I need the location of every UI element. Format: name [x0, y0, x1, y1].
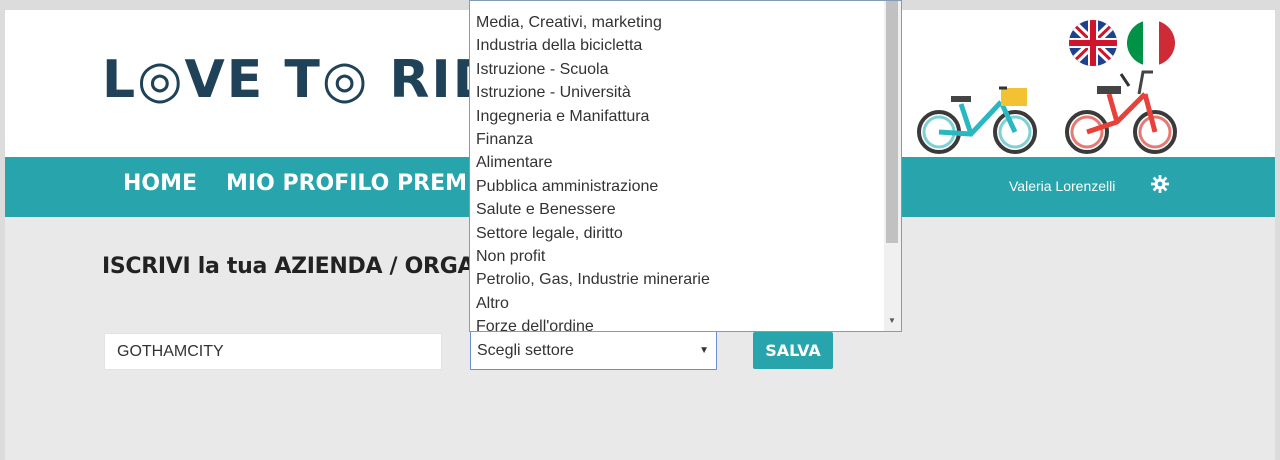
dropdown-option[interactable]: Settore legale, diritto: [476, 222, 710, 245]
dropdown-option[interactable]: Istruzione - Scuola: [476, 58, 710, 81]
nav-item-home[interactable]: HOME: [123, 171, 197, 196]
browser-frame-right: [1275, 10, 1280, 460]
scroll-down-arrow-icon[interactable]: ▼: [888, 316, 896, 325]
company-name-input[interactable]: GOTHAMCITY: [104, 333, 442, 370]
sector-dropdown-list[interactable]: Media, Creativi, marketing Industria del…: [469, 0, 902, 332]
dropdown-option[interactable]: Istruzione - Università: [476, 81, 710, 104]
dropdown-option[interactable]: Ingegneria e Manifattura: [476, 105, 710, 128]
gear-icon[interactable]: [1151, 175, 1169, 193]
dropdown-option[interactable]: Altro: [476, 292, 710, 315]
user-name-link[interactable]: Valeria Lorenzelli: [1009, 178, 1115, 194]
dropdown-option[interactable]: Pubblica amministrazione: [476, 175, 710, 198]
dropdown-options: Media, Creativi, marketing Industria del…: [476, 11, 710, 331]
italy-flag-icon[interactable]: [1127, 20, 1175, 66]
dropdown-scrollbar-thumb[interactable]: [886, 1, 898, 243]
sector-select[interactable]: Scegli settore ▼: [470, 331, 717, 370]
dropdown-option[interactable]: Salute e Benessere: [476, 198, 710, 221]
bicycle-icon: [1065, 70, 1177, 154]
nav-item-mio-profilo[interactable]: MIO PROFILO: [226, 171, 389, 196]
dropdown-option[interactable]: Forze dell'ordine: [476, 315, 710, 331]
dropdown-option[interactable]: Media, Creativi, marketing: [476, 11, 710, 34]
uk-flag-icon[interactable]: [1069, 20, 1117, 66]
dropdown-option[interactable]: Finanza: [476, 128, 710, 151]
dropdown-scrollbar[interactable]: ▼: [884, 1, 901, 331]
chevron-down-icon: ▼: [699, 345, 709, 356]
dropdown-option[interactable]: Non profit: [476, 245, 710, 268]
dropdown-option[interactable]: Alimentare: [476, 151, 710, 174]
dropdown-option[interactable]: Industria della bicicletta: [476, 34, 710, 57]
sector-select-value: Scegli settore: [477, 342, 574, 359]
nav-item-premi[interactable]: PREMI: [397, 171, 475, 196]
save-button[interactable]: SALVA: [753, 332, 833, 369]
dropdown-option[interactable]: Petrolio, Gas, Industrie minerarie: [476, 268, 710, 291]
bicycle-icon: [917, 86, 1037, 154]
page-title: ISCRIVI la tua AZIENDA / ORGANIZZ: [102, 254, 532, 279]
